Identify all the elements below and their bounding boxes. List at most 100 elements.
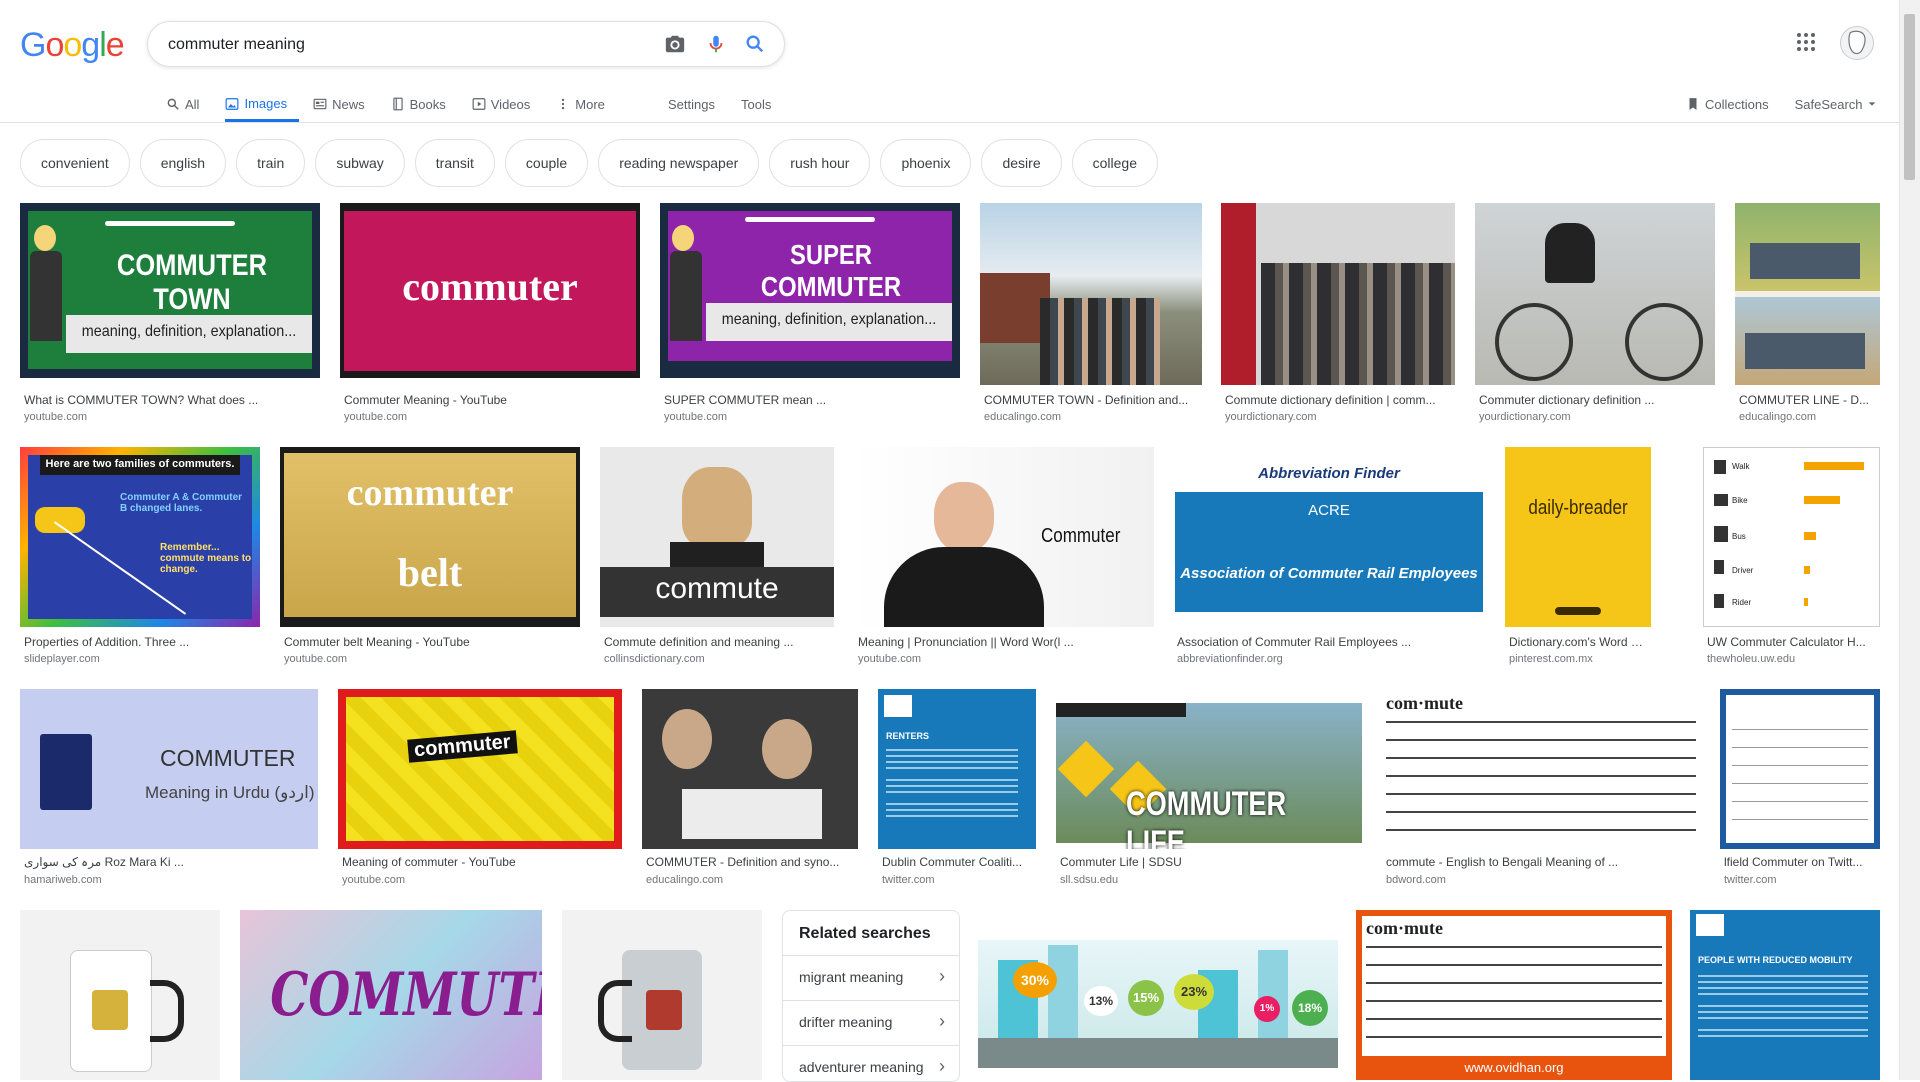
image-thumbnail: COMMUTER TOWN meaning, definition, expla… <box>20 203 320 378</box>
image-thumbnail <box>1735 203 1880 385</box>
image-result[interactable]: com·mute commute - English to Bengali Me… <box>1382 689 1700 894</box>
tab-more[interactable]: More <box>556 88 617 120</box>
thumb-text: commute <box>655 572 779 605</box>
thumb-text: daily-breader <box>1528 497 1628 519</box>
settings-button[interactable]: Settings <box>668 88 727 120</box>
logo-letter: G <box>20 26 46 64</box>
chip[interactable]: train <box>236 139 306 187</box>
tab-books[interactable]: Books <box>391 88 458 120</box>
search-icon[interactable] <box>743 32 767 56</box>
tab-label: Videos <box>490 96 531 112</box>
chip[interactable]: english <box>139 139 227 187</box>
image-result[interactable]: COMMUTER <box>240 910 542 1080</box>
collections-button[interactable]: Collections <box>1686 88 1781 120</box>
image-result[interactable]: commuter belt Commuter belt Meaning - Yo… <box>280 447 580 672</box>
image-result[interactable]: COMMUTER LINE - D... educalingo.com <box>1735 203 1880 428</box>
chevron-right-icon: › <box>939 966 945 986</box>
search-input[interactable] <box>166 31 640 59</box>
image-thumbnail: commuter <box>340 203 640 378</box>
image-result[interactable]: PEOPLE WITH REDUCED MOBILITY <box>1690 910 1880 1080</box>
result-source: hamariweb.com <box>24 874 102 886</box>
chip[interactable]: convenient <box>20 139 130 187</box>
image-result[interactable]: COMMUTER TOWN meaning, definition, expla… <box>20 203 320 428</box>
image-thumbnail: commuter <box>338 689 622 849</box>
image-result[interactable]: COMMUTER LIFE Commuter Life | SDSU sll.s… <box>1056 689 1362 894</box>
image-result[interactable]: RENTERS Dublin Commuter Coaliti... twitt… <box>878 689 1036 894</box>
tools-button[interactable]: Tools <box>741 88 783 120</box>
result-caption: Commute definition and meaning ... <box>604 635 794 649</box>
image-thumbnail: COMMUTER LIFE <box>1056 689 1362 849</box>
chip[interactable]: reading newspaper <box>598 139 760 187</box>
image-result[interactable]: Commuter dictionary definition ... yourd… <box>1475 203 1715 428</box>
tab-videos[interactable]: Videos <box>472 88 543 120</box>
search-options: Settings Tools <box>668 88 797 122</box>
logo-letter: o <box>45 26 64 64</box>
image-result[interactable]: SUPER COMMUTER meaning, definition, expl… <box>660 203 960 428</box>
image-result[interactable] <box>562 910 762 1080</box>
chip[interactable]: subway <box>315 139 405 187</box>
image-result[interactable]: Here are two families of commuters. Comm… <box>20 447 260 672</box>
image-thumbnail: commute <box>600 447 834 627</box>
result-source: pinterest.com.mx <box>1509 653 1593 665</box>
result-source: sll.sdsu.edu <box>1060 874 1119 886</box>
thumb-text: commuter <box>402 264 578 309</box>
chip[interactable]: couple <box>504 139 589 187</box>
chip[interactable]: desire <box>981 139 1062 187</box>
image-result[interactable] <box>20 910 220 1080</box>
apps-grid-icon[interactable] <box>1794 30 1818 54</box>
image-result[interactable]: Commuter Meaning | Pronunciation || Word… <box>854 447 1154 672</box>
result-source: abbreviationfinder.org <box>1177 653 1283 665</box>
related-search-label: migrant meaning <box>799 969 904 985</box>
related-search-label: drifter meaning <box>799 1014 893 1030</box>
row-label: Driver <box>1732 566 1754 575</box>
safesearch-button[interactable]: SafeSearch <box>1795 88 1888 120</box>
image-thumbnail: COMMUTER Meaning in Urdu (اردو) <box>20 689 318 849</box>
camera-icon[interactable] <box>663 32 687 56</box>
image-result[interactable]: com·mute www.ovidhan.org <box>1356 910 1672 1080</box>
image-result[interactable]: 30% 13% 15% 23% 1% 18% <box>978 910 1338 1080</box>
thumb-text: commuter <box>346 472 514 514</box>
image-thumbnail <box>1221 203 1455 385</box>
image-result[interactable]: Commute dictionary definition | comm... … <box>1221 203 1455 428</box>
scrollbar-thumb[interactable] <box>1904 14 1915 180</box>
account-avatar[interactable] <box>1840 26 1874 60</box>
related-search-item[interactable]: drifter meaning › <box>783 1000 959 1045</box>
image-thumbnail <box>642 689 858 849</box>
row-label: Walk <box>1732 462 1750 471</box>
related-search-item[interactable]: migrant meaning › <box>783 955 959 1000</box>
result-caption: UW Commuter Calculator H... <box>1707 635 1866 649</box>
image-result[interactable]: commuter Meaning of commuter - YouTube y… <box>338 689 622 894</box>
image-result[interactable]: lfield Commuter on Twitt... twitter.com <box>1720 689 1880 894</box>
chip[interactable]: college <box>1071 139 1158 187</box>
result-caption: COMMUTER TOWN - Definition and... <box>984 393 1189 407</box>
result-source: youtube.com <box>858 653 921 665</box>
tab-label: All <box>185 96 200 112</box>
tab-label: News <box>332 96 365 112</box>
caret-down-icon <box>1868 102 1875 106</box>
result-source: educalingo.com <box>984 411 1062 423</box>
chip[interactable]: phoenix <box>880 139 972 187</box>
tab-all[interactable]: All <box>166 88 211 120</box>
percent-badge: 13% <box>1084 986 1118 1016</box>
thumb-text: PEOPLE WITH REDUCED MOBILITY <box>1698 955 1853 965</box>
image-thumbnail: Walk Bike Bus Driver Rider <box>1703 447 1880 627</box>
google-logo[interactable]: Google <box>20 26 125 65</box>
image-result[interactable]: Abbreviation Finder ACRE Association of … <box>1173 447 1485 672</box>
related-search-item[interactable]: adventurer meaning › <box>783 1045 959 1081</box>
image-thumbnail: daily-breader <box>1505 447 1651 627</box>
chip[interactable]: rush hour <box>769 139 871 187</box>
image-result[interactable]: COMMUTER - Definition and syno... educal… <box>642 689 858 894</box>
page-scrollbar[interactable] <box>1899 0 1920 1080</box>
image-result[interactable]: COMMUTER TOWN - Definition and... educal… <box>980 203 1202 428</box>
tab-news[interactable]: News <box>313 88 377 120</box>
thumb-text: com·mute <box>1366 918 1443 938</box>
image-result[interactable]: COMMUTER Meaning in Urdu (اردو) مرہ کی س… <box>20 689 318 894</box>
microphone-icon[interactable] <box>704 32 728 56</box>
image-result[interactable]: commuter Commuter Meaning - YouTube yout… <box>340 203 640 428</box>
image-result[interactable]: daily-breader Dictionary.com's Word of t… <box>1505 447 1651 672</box>
chip[interactable]: transit <box>414 139 495 187</box>
result-caption: Meaning of commuter - YouTube <box>342 855 516 869</box>
image-result[interactable]: Walk Bike Bus Driver Rider UW Commuter C… <box>1703 447 1880 672</box>
image-result[interactable]: commute Commute definition and meaning .… <box>600 447 834 672</box>
tab-images[interactable]: Images <box>225 88 300 122</box>
